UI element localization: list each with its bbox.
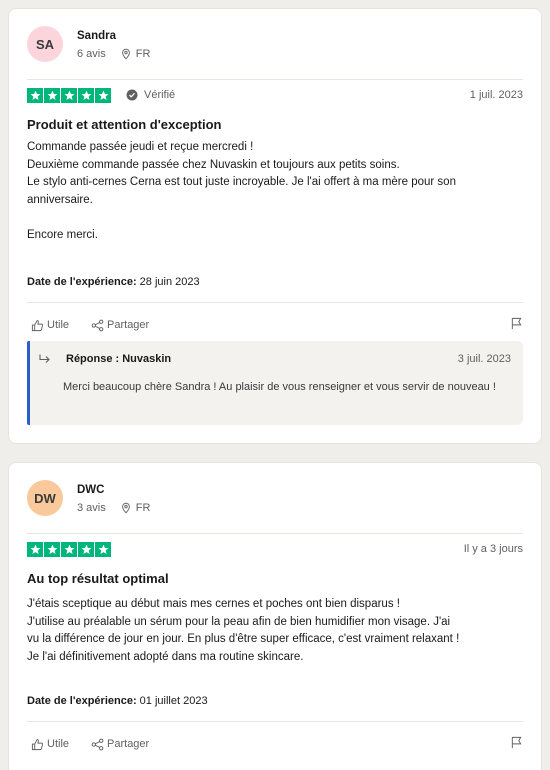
share-button[interactable]: Partager	[91, 319, 149, 332]
reply-title: Réponse : Nuvaskin	[66, 353, 172, 365]
reviewer-header: SA Sandra 6 avis FR	[27, 26, 150, 62]
reply-date: 3 juil. 2023	[457, 353, 511, 365]
review-title[interactable]: Produit et attention d'exception	[27, 117, 222, 132]
review-body-line: Le stylo anti-cernes Cerna est tout just…	[27, 176, 456, 188]
star-icon	[61, 87, 77, 103]
review-body: Commande passée jeudi et reçue mercredi …	[27, 139, 511, 244]
share-button[interactable]: Partager	[91, 738, 149, 751]
report-button[interactable]	[510, 317, 523, 333]
review-count: 3 avis	[77, 501, 106, 514]
star-rating	[27, 541, 112, 557]
avatar[interactable]: DW	[27, 480, 63, 516]
reply-arrow-icon	[39, 354, 50, 363]
experience-date: Date de l'expérience: 28 juin 2023	[27, 276, 200, 288]
divider	[27, 533, 523, 534]
review-date: Il y a 3 jours	[463, 543, 523, 555]
star-icon	[27, 87, 43, 103]
thumbs-up-icon	[31, 738, 44, 750]
thumbs-up-icon	[31, 319, 44, 331]
star-icon	[27, 541, 43, 557]
company-reply: Réponse : Nuvaskin 3 juil. 2023 Merci be…	[27, 341, 523, 425]
review-card: DW DWC 3 avis FR Il y a 3 jours Au top r…	[8, 462, 542, 770]
divider	[27, 79, 523, 80]
location-pin-icon	[121, 502, 130, 514]
review-body-line: anniversaire.	[27, 193, 93, 206]
review-body-line: vu la différence de jour en jour. En plu…	[27, 633, 460, 645]
experience-value: 28 juin 2023	[139, 276, 200, 288]
review-body-line: J'utilise au préalable un sérum pour la …	[27, 615, 451, 628]
star-icon	[78, 541, 94, 557]
flag-icon	[511, 317, 522, 330]
divider	[27, 302, 523, 303]
review-count: 6 avis	[77, 47, 106, 60]
experience-value: 01 juillet 2023	[139, 695, 208, 707]
share-label: Partager	[107, 319, 150, 331]
star-icon	[44, 541, 60, 557]
useful-button[interactable]: Utile	[31, 319, 69, 332]
star-icon	[78, 87, 94, 103]
share-label: Partager	[107, 738, 150, 750]
useful-label: Utile	[47, 319, 70, 331]
review-body-line: J'étais sceptique au début mais mes cern…	[27, 598, 400, 610]
reviewer-name[interactable]: Sandra	[77, 29, 150, 43]
share-icon	[91, 319, 104, 331]
review-body-line: Je l'ai définitivement adopté dans ma ro…	[27, 650, 304, 663]
review-body-line	[27, 209, 511, 227]
useful-button[interactable]: Utile	[31, 738, 69, 751]
verified-label: Vérifié	[144, 89, 176, 101]
review-body: J'étais sceptique au début mais mes cern…	[27, 596, 511, 666]
verified-badge[interactable]: Vérifié	[126, 89, 175, 101]
divider	[27, 721, 523, 722]
report-button[interactable]	[510, 736, 523, 752]
reviewer-header: DW DWC 3 avis FR	[27, 480, 150, 516]
star-icon	[95, 541, 111, 557]
star-icon	[95, 87, 111, 103]
review-card: SA Sandra 6 avis FR Vérifié 1 juil. 2023…	[8, 8, 542, 444]
avatar[interactable]: SA	[27, 26, 63, 62]
experience-date: Date de l'expérience: 01 juillet 2023	[27, 695, 208, 707]
useful-label: Utile	[47, 738, 70, 750]
review-body-line: Commande passée jeudi et reçue mercredi …	[27, 141, 254, 153]
location-pin-icon	[121, 48, 130, 60]
flag-icon	[511, 736, 522, 749]
star-icon	[61, 541, 77, 557]
share-icon	[91, 738, 104, 750]
star-rating	[27, 87, 112, 103]
review-body-line: Deuxième commande passée chez Nuvaskin e…	[27, 158, 400, 171]
reviewer-name[interactable]: DWC	[77, 483, 150, 497]
experience-label: Date de l'expérience:	[27, 695, 137, 707]
review-date: 1 juil. 2023	[469, 89, 523, 101]
check-circle-icon	[126, 89, 138, 101]
review-title[interactable]: Au top résultat optimal	[27, 571, 169, 586]
reviewer-country: FR	[135, 47, 151, 60]
experience-label: Date de l'expérience:	[27, 276, 137, 288]
review-body-line: Encore merci.	[27, 228, 98, 241]
star-icon	[44, 87, 60, 103]
reply-text: Merci beaucoup chère Sandra ! Au plaisir…	[63, 381, 496, 393]
reviewer-country: FR	[135, 501, 151, 514]
